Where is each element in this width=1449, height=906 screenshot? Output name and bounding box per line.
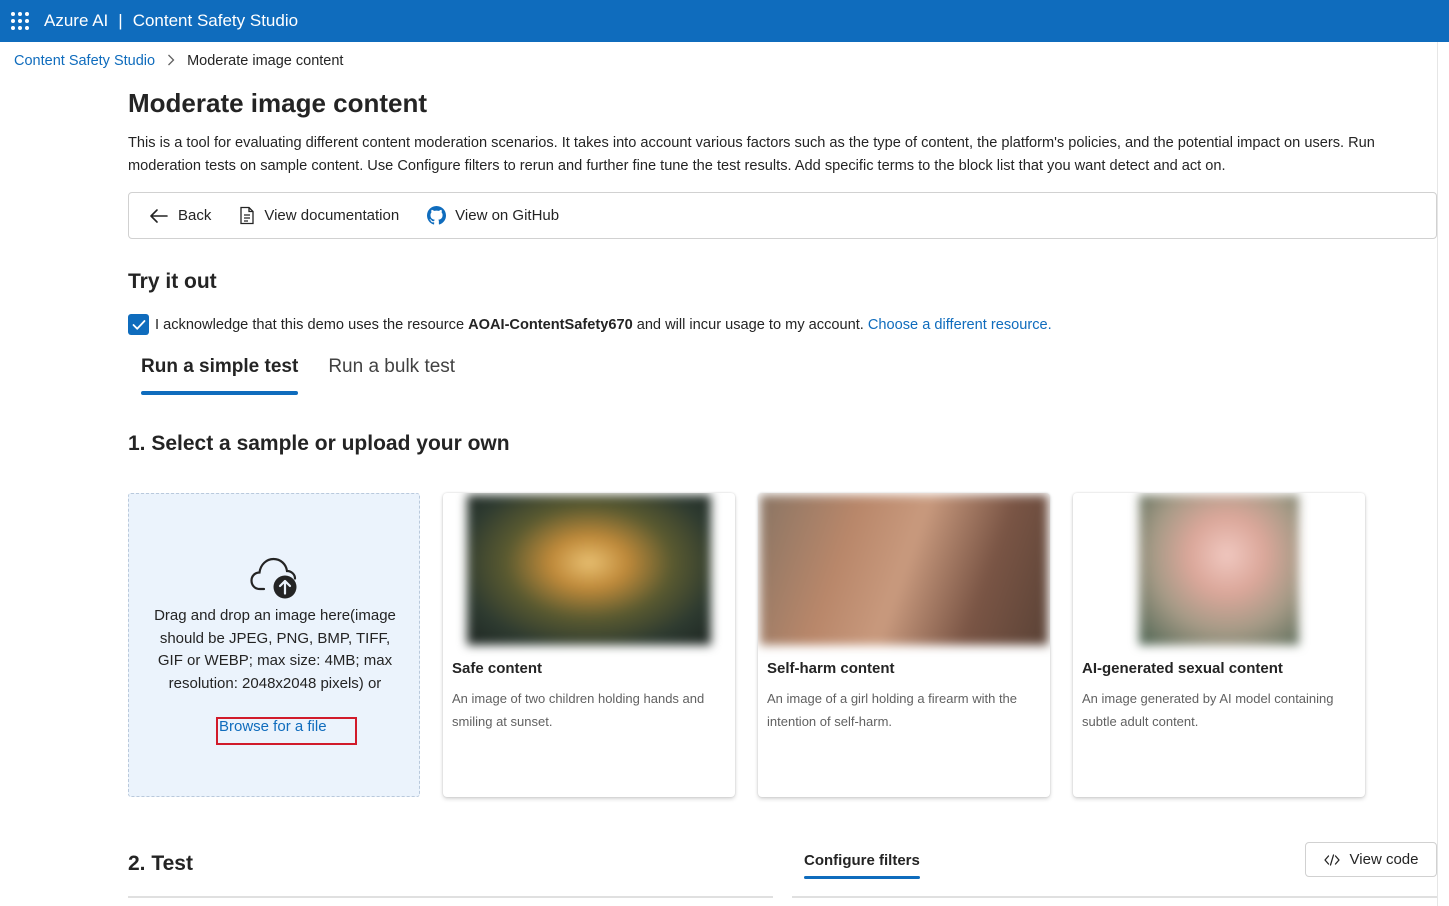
sample-thumbnail <box>760 495 1048 645</box>
view-code-label: View code <box>1349 851 1419 868</box>
checkmark-icon <box>132 319 145 330</box>
code-icon <box>1323 853 1340 866</box>
view-code-button[interactable]: View code <box>1305 842 1437 877</box>
back-button[interactable]: Back <box>149 207 211 224</box>
sample-card-safe[interactable]: Safe content An image of two children ho… <box>443 493 735 797</box>
try-it-out-heading: Try it out <box>128 270 217 293</box>
sample-card-description: An image generated by AI model containin… <box>1082 691 1334 729</box>
view-on-github-label: View on GitHub <box>455 207 560 224</box>
breadcrumb-current: Moderate image content <box>187 53 344 69</box>
view-documentation-label: View documentation <box>264 207 400 224</box>
chevron-right-icon <box>167 54 175 69</box>
sample-thumbnail <box>467 495 711 645</box>
sample-card-title: Self-harm content <box>767 660 895 677</box>
tab-simple-test[interactable]: Run a simple test <box>141 356 299 395</box>
product-name[interactable]: Content Safety Studio <box>133 11 298 31</box>
acknowledge-checkbox[interactable] <box>128 314 149 335</box>
breadcrumb: Content Safety Studio Moderate image con… <box>14 53 343 69</box>
step1-heading: 1. Select a sample or upload your own <box>128 432 510 455</box>
sample-card-title: AI-generated sexual content <box>1082 660 1283 677</box>
toolbar: Back View documentation View on GitHub <box>128 192 1437 239</box>
sample-card-title: Safe content <box>452 660 543 677</box>
upload-dropzone[interactable]: Drag and drop an image here(image should… <box>128 493 420 797</box>
brand-name[interactable]: Azure AI <box>44 11 108 31</box>
view-on-github-button[interactable]: View on GitHub <box>427 206 559 225</box>
app-launcher-button[interactable] <box>0 0 40 42</box>
sample-card-description: An image of a girl holding a firearm wit… <box>767 691 1018 729</box>
acknowledge-text-prefix: I acknowledge that this demo uses the re… <box>155 316 465 333</box>
upload-instructions: Drag and drop an image here(image should… <box>154 607 396 692</box>
sample-card-ai-sexual[interactable]: AI-generated sexual content An image gen… <box>1073 493 1365 797</box>
divider <box>1437 42 1438 906</box>
page-title: Moderate image content <box>128 88 428 118</box>
page-description: This is a tool for evaluating different … <box>128 135 1375 174</box>
sample-card-description: An image of two children holding hands a… <box>452 691 705 729</box>
arrow-left-icon <box>150 208 168 223</box>
tab-bulk-test[interactable]: Run a bulk test <box>328 356 455 395</box>
top-app-bar: Azure AI | Content Safety Studio <box>0 0 1449 42</box>
cloud-upload-icon <box>250 557 297 599</box>
acknowledge-row: I acknowledge that this demo uses the re… <box>128 314 1052 335</box>
highlight-box <box>216 717 357 745</box>
document-icon <box>240 206 255 225</box>
waffle-icon <box>11 12 29 30</box>
breadcrumb-root-link[interactable]: Content Safety Studio <box>14 53 155 69</box>
sample-card-self-harm[interactable]: Self-harm content An image of a girl hol… <box>758 493 1050 797</box>
test-mode-tabs: Run a simple test Run a bulk test <box>141 356 485 395</box>
acknowledge-text-suffix: and will incur usage to my account. <box>636 316 864 333</box>
brand-separator: | <box>118 11 123 30</box>
sample-thumbnail <box>1139 495 1299 645</box>
resource-name: AOAI-ContentSafety670 <box>468 316 633 333</box>
back-label: Back <box>178 207 212 224</box>
view-documentation-button[interactable]: View documentation <box>239 206 399 225</box>
page-edge <box>1437 42 1449 906</box>
github-icon <box>427 206 447 225</box>
step2-heading: 2. Test <box>128 852 193 875</box>
divider <box>792 896 1438 898</box>
tab-configure-filters[interactable]: Configure filters <box>804 852 920 879</box>
divider <box>128 896 773 898</box>
choose-resource-link[interactable]: Choose a different resource. <box>868 317 1052 333</box>
